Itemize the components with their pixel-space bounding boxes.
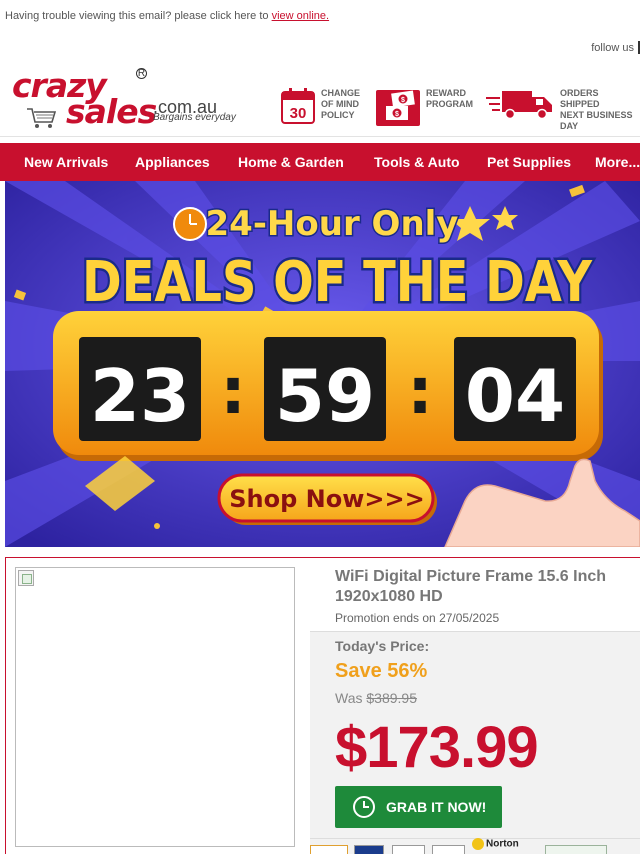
deals-of-the-day-banner[interactable]: 24-Hour Only DEALS OF THE DAY 23 : 59 : …	[5, 181, 640, 547]
nav-pet-supplies[interactable]: Pet Supplies	[487, 154, 571, 170]
norton-check-icon	[472, 838, 484, 850]
grab-it-now-button[interactable]: GRAB IT NOW!	[335, 786, 502, 828]
calendar-badge: 30	[290, 105, 307, 122]
countdown-minutes: 59	[275, 354, 375, 438]
payment-badge-icon	[310, 845, 348, 854]
svg-text:$: $	[395, 111, 399, 118]
logo-word-sales: sales	[66, 92, 157, 131]
feature-orders-shipped[interactable]: ORDERS SHIPPED NEXT BUSINESS DAY	[486, 88, 640, 132]
was-price: Was $389.95	[335, 690, 417, 706]
countdown-separator: :	[407, 355, 433, 429]
header-divider	[0, 136, 640, 137]
follow-us: follow us	[591, 41, 640, 54]
banner-headline-main: DEALS OF THE DAY	[82, 250, 593, 315]
logo-tagline: Bargains everyday	[153, 112, 236, 123]
feature-label: ORDERS SHIPPED NEXT BUSINESS DAY	[560, 88, 633, 131]
countdown-separator: :	[220, 355, 246, 429]
nav-more[interactable]: More...	[595, 154, 640, 170]
divider	[310, 631, 640, 632]
delivery-truck-icon	[486, 91, 552, 120]
trust-badge-icon	[545, 845, 607, 854]
nav-new-arrivals[interactable]: New Arrivals	[24, 154, 108, 170]
norton-secured-badge: Norton	[472, 838, 519, 850]
was-label: Was	[335, 690, 363, 706]
countdown-hours: 23	[90, 354, 190, 438]
original-price: $389.95	[366, 690, 417, 706]
email-view-notice: Having trouble viewing this email? pleas…	[5, 10, 329, 22]
crazysales-logo[interactable]: crazy R sales .com.au Bargains everyday	[12, 66, 252, 138]
sale-price: $173.99	[335, 715, 539, 780]
todays-price-label: Today's Price:	[335, 638, 430, 654]
payment-badge-icon	[354, 845, 384, 854]
banner-headline-top: 24-Hour Only	[206, 204, 459, 244]
nav-tools-auto[interactable]: Tools & Auto	[374, 154, 460, 170]
feature-label: CHANGE OF MIND POLICY	[321, 88, 361, 120]
grab-it-now-label: GRAB IT NOW!	[386, 799, 487, 815]
svg-text:$: $	[401, 97, 405, 104]
promotion-end-date: Promotion ends on 27/05/2025	[335, 611, 500, 625]
save-percentage: Save 56%	[335, 660, 428, 682]
feature-change-of-mind[interactable]: 30 CHANGE OF MIND POLICY	[281, 88, 360, 124]
clock-icon	[353, 796, 375, 818]
shop-now-label: Shop Now>>>	[229, 485, 424, 513]
feature-reward-program[interactable]: $ $ REWARD PROGRAM	[376, 88, 473, 126]
main-nav: New Arrivals Appliances Home & Garden To…	[0, 143, 640, 181]
view-online-link[interactable]: view online.	[272, 10, 329, 22]
calendar-30-icon: 30	[281, 88, 315, 124]
countdown-seconds: 04	[465, 354, 565, 438]
broken-image-icon	[18, 570, 34, 586]
shopping-cart-icon	[27, 108, 57, 128]
dollar-gift-icon: $ $	[376, 90, 420, 126]
feature-label: REWARD PROGRAM	[426, 88, 473, 109]
banner-artwork: 24-Hour Only DEALS OF THE DAY 23 : 59 : …	[5, 181, 640, 547]
payment-badge-icon	[432, 845, 465, 854]
product-image[interactable]	[15, 567, 295, 847]
nav-appliances[interactable]: Appliances	[135, 154, 210, 170]
nav-home-garden[interactable]: Home & Garden	[238, 154, 344, 170]
registered-mark: R	[136, 68, 147, 79]
mastercard-icon	[392, 845, 425, 854]
notice-text: Having trouble viewing this email? pleas…	[5, 10, 269, 22]
follow-us-label: follow us	[591, 41, 634, 54]
product-title[interactable]: WiFi Digital Picture Frame 15.6 Inch 192…	[335, 567, 635, 607]
